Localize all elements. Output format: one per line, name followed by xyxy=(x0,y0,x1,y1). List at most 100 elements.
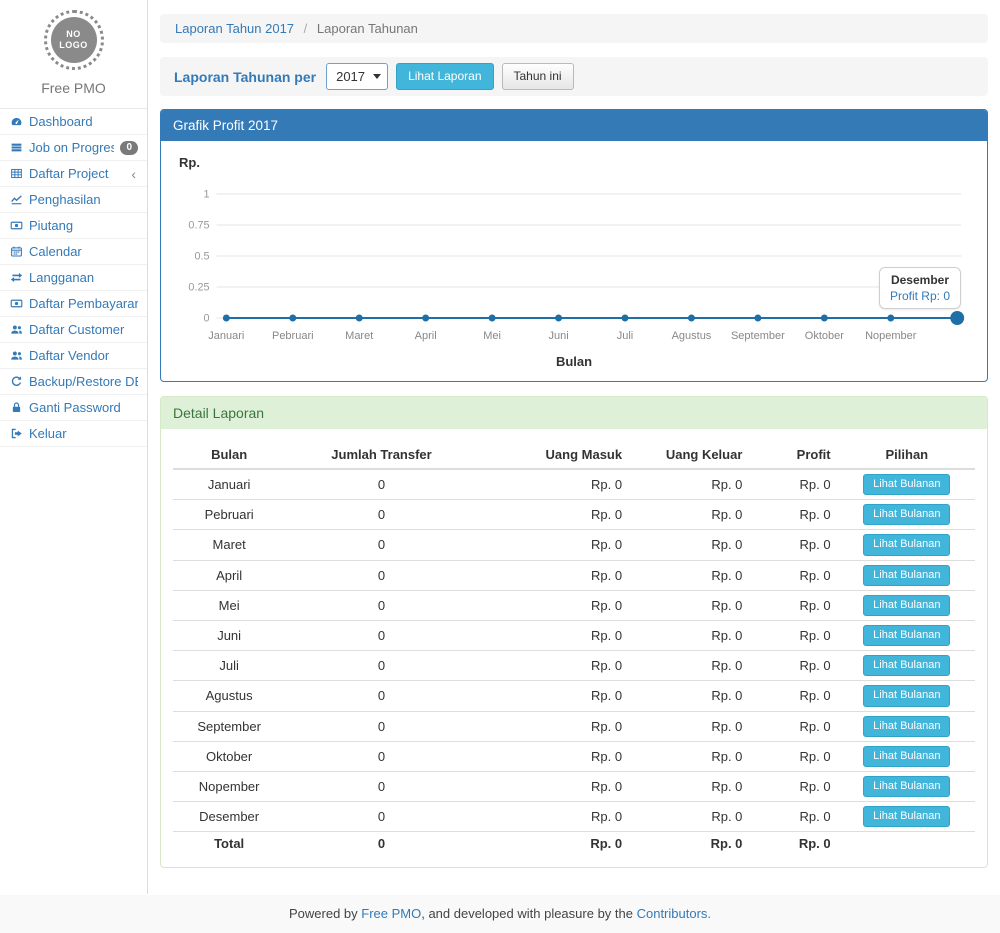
report-table-body: Januari0Rp. 0Rp. 0Rp. 0Lihat BulananPebr… xyxy=(173,469,975,855)
data-point-agustus[interactable] xyxy=(688,315,695,322)
cell: 0 xyxy=(285,771,477,801)
cell-pilihan: Lihat Bulanan xyxy=(839,771,975,801)
table-row-agustus: Agustus0Rp. 0Rp. 0Rp. 0Lihat Bulanan xyxy=(173,681,975,711)
cell: 0 xyxy=(285,711,477,741)
cell: Rp. 0 xyxy=(630,681,750,711)
x-tick-label: Agustus xyxy=(672,330,712,342)
calendar-icon xyxy=(9,245,23,259)
sidebar-menu: DashboardJob on Progress0Daftar Project‹… xyxy=(0,109,147,447)
data-point-pebruari[interactable] xyxy=(289,315,296,322)
sidebar-item-keluar[interactable]: Keluar xyxy=(0,421,147,447)
data-point-juli[interactable] xyxy=(622,315,629,322)
sidebar-item-daftar-pembayaran[interactable]: Daftar Pembayaran xyxy=(0,291,147,317)
sidebar-item-dashboard[interactable]: Dashboard xyxy=(0,109,147,135)
year-select[interactable]: 2017 xyxy=(326,63,388,90)
lihat-laporan-button[interactable]: Lihat Laporan xyxy=(396,63,493,89)
total-cell: Rp. 0 xyxy=(750,832,838,856)
cell: Rp. 0 xyxy=(478,711,630,741)
footer-link-free-pmo[interactable]: Free PMO xyxy=(361,906,421,921)
cell: 0 xyxy=(285,469,477,500)
cell: Juni xyxy=(173,620,285,650)
cell-pilihan: Lihat Bulanan xyxy=(839,741,975,771)
sidebar-item-daftar-project[interactable]: Daftar Project‹ xyxy=(0,161,147,187)
sidebar-item-penghasilan[interactable]: Penghasilan xyxy=(0,187,147,213)
lihat-bulanan-button[interactable]: Lihat Bulanan xyxy=(863,685,950,706)
data-point-maret[interactable] xyxy=(356,315,363,322)
table-row-pebruari: Pebruari0Rp. 0Rp. 0Rp. 0Lihat Bulanan xyxy=(173,500,975,530)
detail-panel-body: BulanJumlah TransferUang MasukUang Kelua… xyxy=(161,429,987,867)
lihat-bulanan-button[interactable]: Lihat Bulanan xyxy=(863,655,950,676)
sidebar-item-piutang[interactable]: Piutang xyxy=(0,213,147,239)
y-axis-title: Rp. xyxy=(179,155,975,170)
cell: Rp. 0 xyxy=(478,560,630,590)
data-point-juni[interactable] xyxy=(555,315,562,322)
cell: Rp. 0 xyxy=(630,560,750,590)
lihat-bulanan-button[interactable]: Lihat Bulanan xyxy=(863,716,950,737)
x-tick-label: Oktober xyxy=(805,330,844,342)
cell: April xyxy=(173,560,285,590)
refresh-icon xyxy=(9,375,23,389)
cell: Rp. 0 xyxy=(750,802,838,832)
cell-pilihan: Lihat Bulanan xyxy=(839,590,975,620)
cell-pilihan: Lihat Bulanan xyxy=(839,711,975,741)
cell: 0 xyxy=(285,741,477,771)
x-tick-label: Mei xyxy=(483,330,501,342)
cell: Rp. 0 xyxy=(750,771,838,801)
profit-line-chart[interactable]: 00.250.50.751 JanuariPebruariMaretAprilM… xyxy=(173,176,975,346)
footer-link-contributors[interactable]: Contributors. xyxy=(637,906,711,921)
lihat-bulanan-button[interactable]: Lihat Bulanan xyxy=(863,534,950,555)
report-table-head: BulanJumlah TransferUang MasukUang Kelua… xyxy=(173,441,975,469)
cell: Rp. 0 xyxy=(750,741,838,771)
table-row-juni: Juni0Rp. 0Rp. 0Rp. 0Lihat Bulanan xyxy=(173,620,975,650)
sidebar-item-langganan[interactable]: Langganan xyxy=(0,265,147,291)
lihat-bulanan-button[interactable]: Lihat Bulanan xyxy=(863,595,950,616)
lihat-bulanan-button[interactable]: Lihat Bulanan xyxy=(863,776,950,797)
sidebar-item-backup-restore-db[interactable]: Backup/Restore DB xyxy=(0,369,147,395)
cell: Rp. 0 xyxy=(630,802,750,832)
data-point-september[interactable] xyxy=(754,315,761,322)
cell: Rp. 0 xyxy=(750,651,838,681)
year-select-wrap: 2017 xyxy=(326,63,388,90)
lihat-bulanan-button[interactable]: Lihat Bulanan xyxy=(863,474,950,495)
data-point-nopember[interactable] xyxy=(887,315,894,322)
cell: 0 xyxy=(285,651,477,681)
table-row-september: September0Rp. 0Rp. 0Rp. 0Lihat Bulanan xyxy=(173,711,975,741)
data-point-mei[interactable] xyxy=(489,315,496,322)
lihat-bulanan-button[interactable]: Lihat Bulanan xyxy=(863,806,950,827)
cell: Rp. 0 xyxy=(750,469,838,500)
x-axis-labels: JanuariPebruariMaretAprilMeiJuniJuliAgus… xyxy=(173,330,975,346)
data-point-april[interactable] xyxy=(422,315,429,322)
cell: Rp. 0 xyxy=(478,802,630,832)
table-row-april: April0Rp. 0Rp. 0Rp. 0Lihat Bulanan xyxy=(173,560,975,590)
cell: 0 xyxy=(285,681,477,711)
dashboard-icon xyxy=(9,115,23,129)
lihat-bulanan-button[interactable]: Lihat Bulanan xyxy=(863,504,950,525)
sidebar-item-job-on-progress[interactable]: Job on Progress0 xyxy=(0,135,147,161)
data-point-oktober[interactable] xyxy=(821,315,828,322)
sidebar-item-calendar[interactable]: Calendar xyxy=(0,239,147,265)
no-logo-icon: NO LOGO xyxy=(44,10,104,70)
x-axis-title: Bulan xyxy=(173,354,975,369)
column-header-bulan: Bulan xyxy=(173,441,285,469)
lihat-bulanan-button[interactable]: Lihat Bulanan xyxy=(863,565,950,586)
cell: Desember xyxy=(173,802,285,832)
sidebar-item-daftar-vendor[interactable]: Daftar Vendor xyxy=(0,343,147,369)
profit-chart-panel: Grafik Profit 2017 Rp. 00.250.50.751 Jan… xyxy=(160,109,988,382)
cell: 0 xyxy=(285,500,477,530)
cell: 0 xyxy=(285,590,477,620)
lihat-bulanan-button[interactable]: Lihat Bulanan xyxy=(863,746,950,767)
sidebar-item-daftar-customer[interactable]: Daftar Customer xyxy=(0,317,147,343)
logo-text-line2: LOGO xyxy=(59,40,88,51)
tahun-ini-button[interactable]: Tahun ini xyxy=(502,63,574,89)
cell: Rp. 0 xyxy=(478,469,630,500)
data-point-januari[interactable] xyxy=(223,315,230,322)
cell: Rp. 0 xyxy=(750,590,838,620)
data-point-desember[interactable] xyxy=(950,311,964,325)
money-icon xyxy=(9,297,23,311)
x-tick-label: Juli xyxy=(617,330,634,342)
chart-svg: 00.250.50.751 xyxy=(173,176,975,328)
sidebar-item-ganti-password[interactable]: Ganti Password xyxy=(0,395,147,421)
footer: Powered by Free PMO, and developed with … xyxy=(0,895,1000,933)
breadcrumb-link-laporan-tahun[interactable]: Laporan Tahun 2017 xyxy=(175,21,294,36)
lihat-bulanan-button[interactable]: Lihat Bulanan xyxy=(863,625,950,646)
